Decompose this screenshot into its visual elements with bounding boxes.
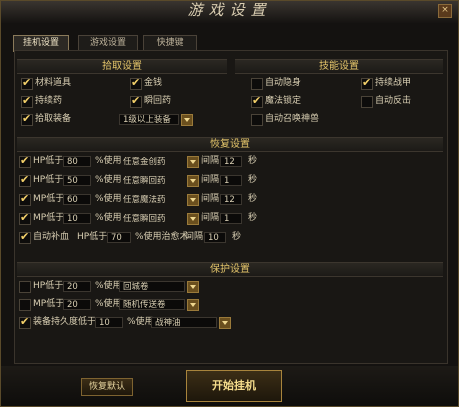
pickup-materials-checkbox[interactable]: [21, 76, 33, 90]
protect-hp-item-select[interactable]: 回城卷: [119, 281, 185, 292]
recovery-mp1-interval-label: 间隔: [201, 194, 220, 204]
protect-durability-checkbox[interactable]: [19, 315, 31, 329]
pickup-equipment-checkbox[interactable]: [21, 112, 33, 126]
recovery-hp1-use-label: %使用: [95, 156, 122, 166]
skill-summon-beast-checkbox[interactable]: [251, 114, 263, 126]
auto-heal-interval-label: 间隔: [185, 232, 204, 242]
recovery-hp1-label: HP低于: [33, 156, 64, 166]
recovery-mp1-unit: 秒: [248, 194, 258, 204]
recovery-mp2-interval-input[interactable]: 1: [220, 213, 242, 224]
protect-mp-checkbox[interactable]: [19, 299, 31, 311]
protect-mp-label: MP低于: [33, 299, 65, 309]
protect-hp-use-label: %使用: [95, 281, 122, 291]
recovery-mp1-label: MP低于: [33, 194, 65, 204]
auto-heal-unit: 秒: [232, 232, 242, 242]
pickup-header: 拾取设置: [17, 59, 227, 74]
recovery-hp2-use-label: %使用: [95, 175, 122, 185]
protect-hp-threshold-input[interactable]: 20: [63, 281, 91, 292]
recovery-mp1-dropdown-icon[interactable]: [187, 194, 199, 206]
protect-durability-label: 装备持久度低于: [33, 317, 97, 327]
auto-heal-hp-label: HP低于: [77, 232, 108, 242]
protect-mp-threshold-input[interactable]: 20: [63, 299, 91, 310]
recovery-hp1-dropdown-icon[interactable]: [187, 156, 199, 168]
settings-window: 游戏设置 × 挂机设置 游戏设置 快捷键 拾取设置 技能设置 材料道具 金钱 持…: [0, 0, 459, 407]
skill-summon-beast-label: 自动召唤神兽: [265, 114, 320, 124]
recovery-hp2-item-select[interactable]: 任意瞬回药: [119, 175, 185, 186]
recovery-mp1-checkbox[interactable]: [19, 192, 31, 206]
recovery-mp2-use-label: %使用: [95, 213, 122, 223]
auto-heal-label: 自动补血: [33, 232, 70, 242]
pickup-money-checkbox[interactable]: [130, 76, 142, 90]
skill-sustained-armor-label: 持续战甲: [375, 78, 412, 88]
recovery-hp1-threshold-input[interactable]: 80: [63, 156, 91, 167]
start-hangup-button[interactable]: 开始挂机: [186, 370, 282, 402]
recovery-hp1-checkbox[interactable]: [19, 154, 31, 168]
skill-auto-counter-checkbox[interactable]: [361, 96, 373, 108]
recovery-mp2-item-select[interactable]: 任意瞬回药: [119, 213, 185, 224]
recovery-mp2-unit: 秒: [248, 213, 258, 223]
pickup-equipment-label: 拾取装备: [35, 114, 72, 124]
protect-hp-checkbox[interactable]: [19, 281, 31, 293]
skill-magic-lock-checkbox[interactable]: [251, 94, 263, 108]
equip-level-select[interactable]: 1级以上装备: [119, 114, 179, 125]
recovery-hp2-checkbox[interactable]: [19, 173, 31, 187]
recovery-hp2-interval-label: 间隔: [201, 175, 220, 185]
recovery-mp2-dropdown-icon[interactable]: [187, 213, 199, 225]
skill-magic-lock-label: 魔法锁定: [265, 96, 302, 106]
settings-panel: 拾取设置 技能设置 材料道具 金钱 持续药 瞬回药 拾取装备 1级以上装备 自动…: [14, 50, 448, 364]
close-icon[interactable]: ×: [438, 4, 452, 18]
recovery-mp1-use-label: %使用: [95, 194, 122, 204]
recovery-mp2-label: MP低于: [33, 213, 65, 223]
recovery-mp1-interval-input[interactable]: 12: [220, 194, 242, 205]
skills-header: 技能设置: [235, 59, 443, 74]
skill-auto-counter-label: 自动反击: [375, 96, 412, 106]
protect-durability-use-label: %使用: [127, 317, 154, 327]
recovery-hp1-interval-input[interactable]: 12: [220, 156, 242, 167]
protect-mp-use-label: %使用: [95, 299, 122, 309]
skill-auto-stealth-checkbox[interactable]: [251, 78, 263, 90]
skill-sustained-armor-checkbox[interactable]: [361, 76, 373, 90]
reset-defaults-button[interactable]: 恢复默认: [81, 378, 133, 396]
title-bar: 游戏设置 ×: [1, 1, 458, 23]
protect-mp-dropdown-icon[interactable]: [187, 299, 199, 311]
protect-hp-dropdown-icon[interactable]: [187, 281, 199, 293]
recovery-mp1-item-select[interactable]: 任意魔法药: [119, 194, 185, 205]
auto-heal-checkbox[interactable]: [19, 230, 31, 244]
recovery-hp1-unit: 秒: [248, 156, 258, 166]
recovery-hp1-item-select[interactable]: 任意金创药: [119, 156, 185, 167]
recovery-hp2-dropdown-icon[interactable]: [187, 175, 199, 187]
recovery-hp2-interval-input[interactable]: 1: [220, 175, 242, 186]
protect-durability-item-select[interactable]: 战神油: [151, 317, 217, 328]
recovery-mp2-checkbox[interactable]: [19, 211, 31, 225]
equip-level-dropdown-icon[interactable]: [181, 114, 193, 126]
recovery-hp2-label: HP低于: [33, 175, 64, 185]
pickup-instant-potion-label: 瞬回药: [144, 96, 172, 106]
pickup-materials-label: 材料道具: [35, 78, 72, 88]
recovery-hp1-interval-label: 间隔: [201, 156, 220, 166]
auto-heal-use-label: %使用治愈术: [135, 232, 189, 242]
bottom-bar: 恢复默认 开始挂机: [1, 366, 458, 406]
recovery-mp2-threshold-input[interactable]: 10: [63, 213, 91, 224]
protect-durability-dropdown-icon[interactable]: [219, 317, 231, 329]
protect-durability-threshold-input[interactable]: 10: [95, 317, 123, 328]
window-title: 游戏设置: [187, 1, 272, 19]
pickup-sustained-potion-checkbox[interactable]: [21, 94, 33, 108]
pickup-money-label: 金钱: [144, 78, 163, 88]
recovery-header: 恢复设置: [17, 137, 443, 152]
protect-hp-label: HP低于: [33, 281, 64, 291]
auto-heal-threshold-input[interactable]: 70: [107, 232, 131, 243]
recovery-mp2-interval-label: 间隔: [201, 213, 220, 223]
protect-header: 保护设置: [17, 262, 443, 277]
recovery-hp2-threshold-input[interactable]: 50: [63, 175, 91, 186]
pickup-instant-potion-checkbox[interactable]: [130, 94, 142, 108]
protect-mp-item-select[interactable]: 随机传送卷: [119, 299, 185, 310]
auto-heal-interval-input[interactable]: 10: [204, 232, 226, 243]
pickup-sustained-potion-label: 持续药: [35, 96, 63, 106]
skill-auto-stealth-label: 自动隐身: [265, 78, 302, 88]
recovery-hp2-unit: 秒: [248, 175, 258, 185]
recovery-mp1-threshold-input[interactable]: 60: [63, 194, 91, 205]
